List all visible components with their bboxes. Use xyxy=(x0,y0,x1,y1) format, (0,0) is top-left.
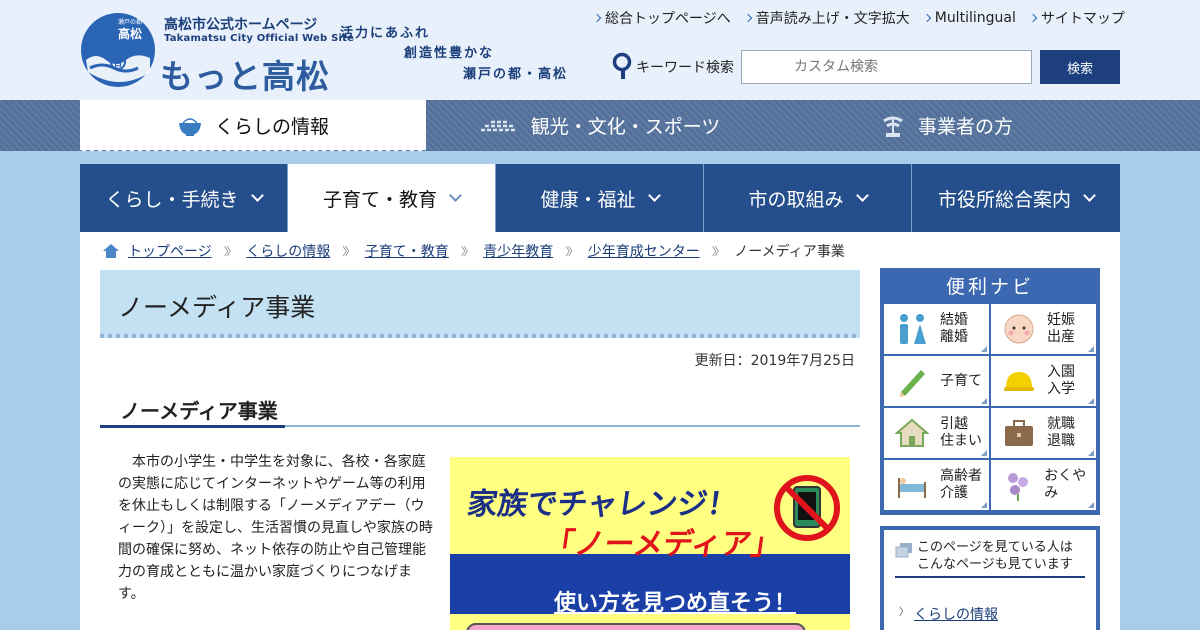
svg-text:高松: 高松 xyxy=(118,26,142,41)
site-name-jp: 高松市公式ホームページ xyxy=(164,17,318,33)
flower-icon xyxy=(1007,473,1028,501)
related-pages-heading: このページを見ている人は こんなページも見ています xyxy=(917,540,1073,572)
chevron-right-icon: 〉 xyxy=(899,607,909,618)
top-utility-links: 総合トップページへ 音声読み上げ・文字拡大 Multilingual サイトマッ… xyxy=(592,8,1125,28)
subnav-health-welfare[interactable]: 健康・福祉 xyxy=(496,164,704,232)
home-icon xyxy=(103,244,119,258)
documents-icon xyxy=(895,543,912,558)
category-tab-living[interactable]: くらしの情報 xyxy=(80,100,426,154)
related-heading-underline xyxy=(895,576,1085,578)
couple-icon xyxy=(900,314,926,344)
chevron-down-icon xyxy=(647,188,661,202)
castle-icon xyxy=(480,120,517,131)
rice-bowl-icon xyxy=(178,118,201,136)
no-media-banner[interactable]: 家族でチャレンジ！ 「ノーメディア」 使い方を見つめ直そう！ xyxy=(450,457,850,630)
subnav-living-procedures[interactable]: くらし・手続き xyxy=(80,164,288,232)
double-chevron-icon: 〉〉 xyxy=(460,245,474,258)
category-tab-tourism[interactable]: 観光・文化・スポーツ xyxy=(426,100,773,151)
slogan-line-1: 活力にあふれ xyxy=(340,26,431,41)
top-link-accessibility[interactable]: 音声読み上げ・文字拡大 xyxy=(743,8,910,28)
breadcrumb: トップページ 〉〉 くらしの情報 〉〉 子育て・教育 〉〉 青少年教育 〉〉 少… xyxy=(102,241,845,261)
top-link-home[interactable]: 総合トップページへ xyxy=(592,8,731,28)
pencil-icon xyxy=(899,370,925,397)
breadcrumb-link-living[interactable]: くらしの情報 xyxy=(246,241,330,261)
page-title: ノーメディア事業 xyxy=(118,293,316,322)
subnav-city-initiatives[interactable]: 市の取組み xyxy=(704,164,912,232)
city-emblem-icon[interactable]: 合 瀬戸の都 高松 xyxy=(80,12,156,88)
section-heading: ノーメディア事業 xyxy=(120,399,278,423)
bonsai-icon xyxy=(883,116,903,137)
subnav-childcare-education[interactable]: 子育て・教育 xyxy=(288,164,496,232)
svg-text:瀬戸の都: 瀬戸の都 xyxy=(118,18,142,26)
breadcrumb-link-youth-education[interactable]: 青少年教育 xyxy=(483,241,553,261)
navi-item-elderly-care[interactable]: 高齢者 介護 xyxy=(884,460,989,510)
chevron-down-icon xyxy=(250,188,264,202)
navi-item-childcare[interactable]: 子育て xyxy=(884,356,989,406)
chevron-down-icon xyxy=(449,188,462,202)
briefcase-icon xyxy=(1005,420,1033,446)
chevron-down-icon xyxy=(1083,188,1096,202)
banner-line-3: 使い方を見つめ直そう！ xyxy=(554,591,797,616)
svg-text:合: 合 xyxy=(113,57,123,69)
house-icon xyxy=(895,418,929,447)
top-link-sitemap[interactable]: サイトマップ xyxy=(1028,8,1125,28)
category-tab-business[interactable]: 事業者の方 xyxy=(773,100,1120,151)
sub-navigation: くらし・手続き 子育て・教育 健康・福祉 市の取組み 市役所総合案内 xyxy=(80,164,1120,232)
subnav-city-hall-guide[interactable]: 市役所総合案内 xyxy=(912,164,1120,232)
banner-line-1: 家族でチャレンジ！ xyxy=(465,487,740,522)
navi-item-moving[interactable]: 引越 住まい xyxy=(884,408,989,458)
navi-item-condolences[interactable]: おくやみ xyxy=(991,460,1096,510)
chevron-down-icon xyxy=(855,188,869,202)
navi-item-marriage[interactable]: 結婚 離婚 xyxy=(884,304,989,354)
search-icon xyxy=(612,52,632,79)
search-label: キーワード検索 xyxy=(636,60,734,76)
baby-icon xyxy=(1004,314,1034,344)
search-input[interactable] xyxy=(741,50,1032,84)
double-chevron-icon: 〉〉 xyxy=(565,245,578,258)
chevron-right-icon xyxy=(743,13,752,23)
banner-pink-button xyxy=(466,623,806,630)
catchphrase: もっと高松 xyxy=(160,57,330,96)
double-chevron-icon: 〉〉 xyxy=(342,245,355,258)
care-bed-icon xyxy=(898,478,926,498)
site-name-en: Takamatsu City Official Web Site xyxy=(164,33,355,44)
body-paragraph: 本市の小学生・中学生を対象に、各校・各家庭の実態に応じてインターネットやゲーム等… xyxy=(118,454,433,602)
navi-item-school-entry[interactable]: 入園 入学 xyxy=(991,356,1096,406)
search-button[interactable]: 検索 xyxy=(1040,50,1120,84)
double-chevron-icon: 〉〉 xyxy=(711,245,725,258)
chevron-right-icon xyxy=(592,13,602,23)
school-hat-icon xyxy=(1004,372,1034,391)
navi-grid: 結婚 離婚 妊娠 出産 子育て 入園 入学 引越 住まい 就職 退職 高齢者 介… xyxy=(884,304,1096,510)
chevron-right-icon xyxy=(1028,13,1038,23)
navi-title: 便利ナビ xyxy=(945,276,1034,298)
breadcrumb-current: ノーメディア事業 xyxy=(734,244,845,260)
slogan-line-3: 瀬戸の都・高松 xyxy=(463,67,569,82)
related-link-living[interactable]: くらしの情報 xyxy=(914,604,998,624)
chevron-right-icon xyxy=(922,13,931,23)
banner-line-2: 「ノーメディア」 xyxy=(542,527,784,562)
navi-item-employment[interactable]: 就職 退職 xyxy=(991,408,1096,458)
breadcrumb-link-youth-center[interactable]: 少年育成センター xyxy=(588,241,700,261)
breadcrumb-link-childcare[interactable]: 子育て・教育 xyxy=(365,241,449,261)
updated-date: 更新日：2019年7月25日 xyxy=(694,353,855,369)
navi-item-pregnancy[interactable]: 妊娠 出産 xyxy=(991,304,1096,354)
slogan-line-2: 創造性豊かな xyxy=(404,46,495,61)
breadcrumb-link-top[interactable]: トップページ xyxy=(128,241,212,261)
double-chevron-icon: 〉〉 xyxy=(223,245,237,258)
heading-underline xyxy=(100,425,860,428)
top-link-multilingual[interactable]: Multilingual xyxy=(922,8,1016,28)
no-phone-icon xyxy=(774,475,840,541)
